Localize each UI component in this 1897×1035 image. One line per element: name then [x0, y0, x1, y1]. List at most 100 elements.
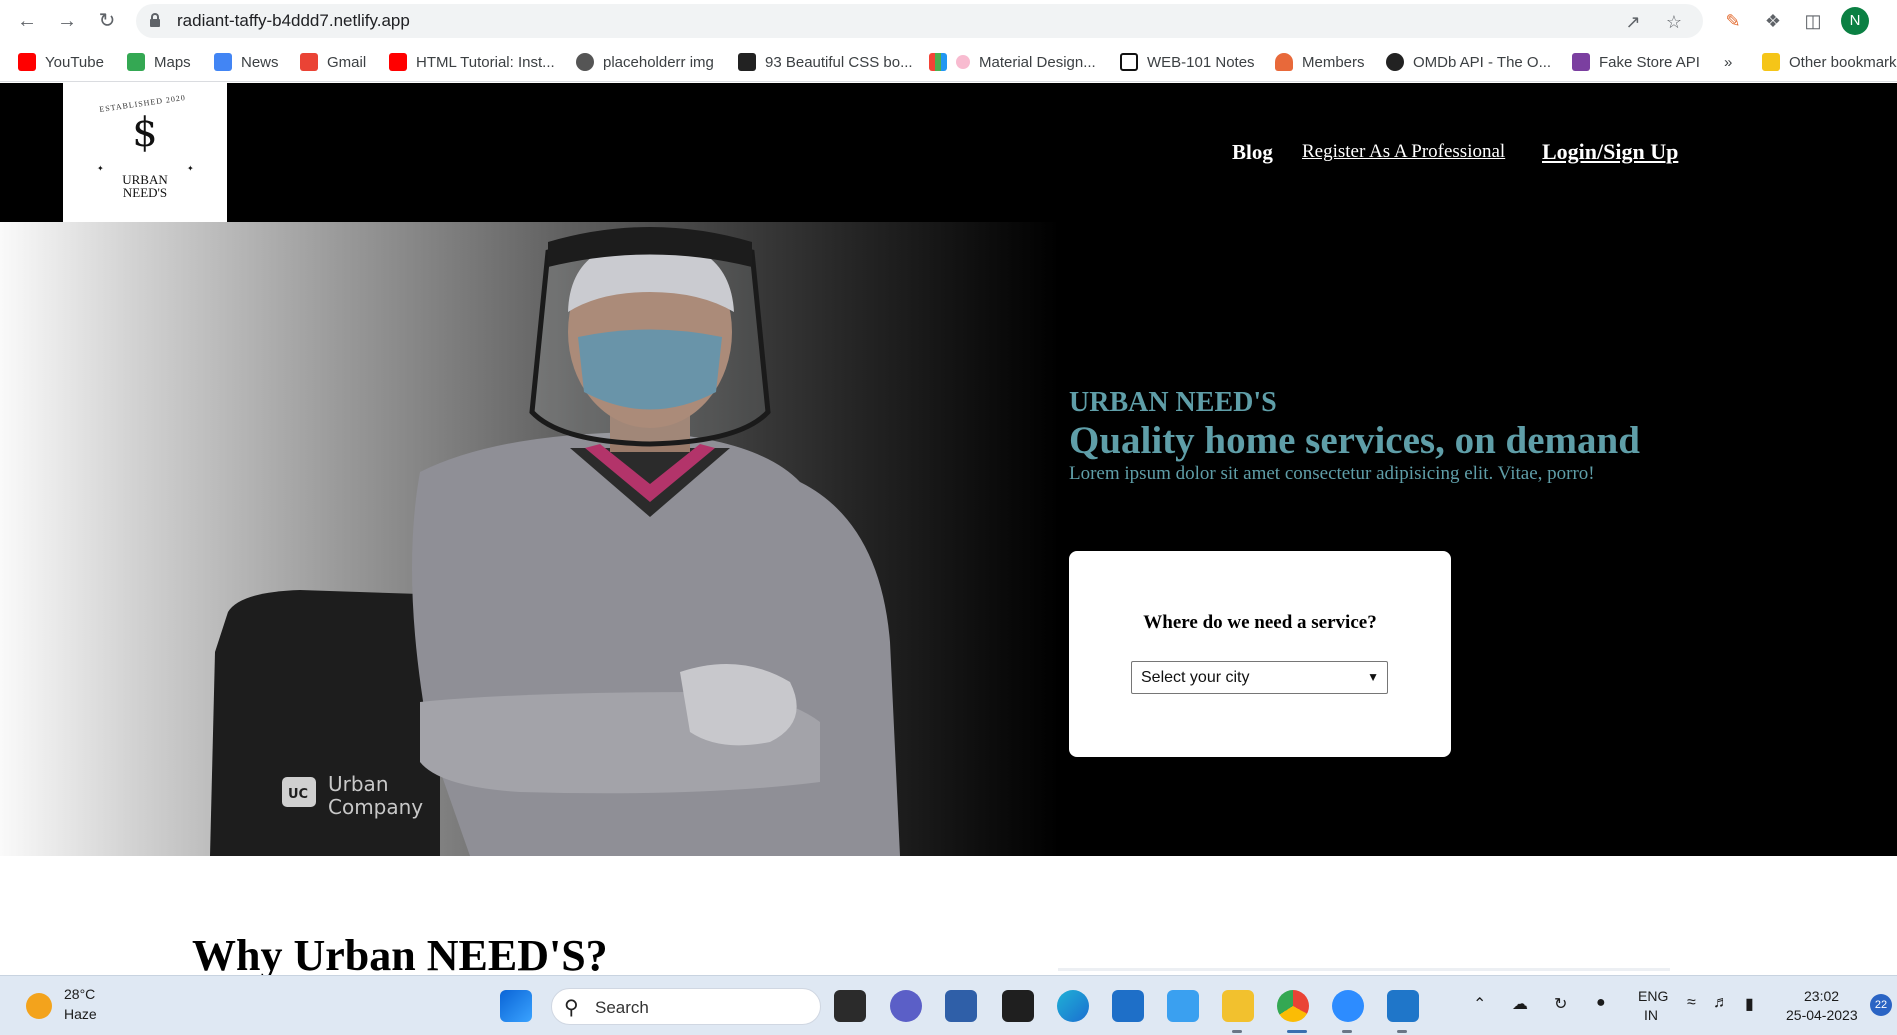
gmail-icon	[300, 53, 318, 71]
running-indicator	[1342, 1030, 1352, 1033]
material-grid-icon	[929, 53, 947, 71]
bookmark-placeholderr[interactable]: placeholderr img	[576, 42, 714, 82]
weather-condition[interactable]: Haze	[64, 1006, 97, 1022]
nav-login-link[interactable]: Login/Sign Up	[1542, 139, 1678, 165]
site-logo[interactable]: ESTABLISHED 2020 $ ✦ ✦ URBAN NEED'S	[63, 83, 227, 222]
hero-brand-name: URBAN NEED'S	[1069, 387, 1277, 418]
windows-start-icon[interactable]	[500, 990, 532, 1022]
lock-icon[interactable]	[150, 13, 160, 27]
taskbar-search[interactable]: ⚲ Search	[551, 988, 821, 1025]
city-select-value: Select your city	[1141, 669, 1250, 686]
maps-icon	[127, 53, 145, 71]
hero-description: Lorem ipsum dolor sit amet consectetur a…	[1069, 463, 1595, 484]
logo-wordmark: URBAN NEED'S	[122, 172, 168, 200]
share-icon[interactable]: ↗	[1622, 11, 1644, 33]
professional-photo: UC Urban Company	[210, 227, 900, 856]
bookmark-news[interactable]: News	[214, 42, 279, 82]
bookmark-web101-notes[interactable]: WEB-101 Notes	[1120, 42, 1255, 82]
hero-text-block: URBAN NEED'S Quality home services, on d…	[1069, 387, 1640, 485]
chat-icon[interactable]	[890, 990, 922, 1022]
language-bottom[interactable]: IN	[1644, 1007, 1658, 1023]
active-indicator	[1287, 1030, 1307, 1033]
service-location-card: Where do we need a service? Select your …	[1069, 551, 1451, 757]
tray-chevron-up-icon[interactable]: ⌃	[1473, 994, 1486, 1014]
bookmark-youtube[interactable]: YouTube	[18, 42, 104, 82]
forward-icon[interactable]: →	[54, 8, 80, 34]
bookmark-gmail[interactable]: Gmail	[300, 42, 366, 82]
windows-taskbar: 28°C Haze ⚲ Search ⌃ ☁ ↻ ● ENG IN ≈ ♬ ▮ …	[0, 975, 1897, 1035]
hero-section: UC Urban Company URBAN NEED'S Quality ho…	[0, 222, 1897, 856]
wifi-icon[interactable]: ≈	[1687, 994, 1696, 1012]
members-icon	[1275, 53, 1293, 71]
vscode-icon[interactable]	[1387, 990, 1419, 1022]
bookmark-members[interactable]: Members	[1275, 42, 1365, 82]
store-icon[interactable]	[945, 990, 977, 1022]
logo-monogram: $	[132, 110, 158, 156]
back-icon[interactable]: ←	[14, 8, 40, 34]
bookmark-html-tutorial[interactable]: HTML Tutorial: Inst...	[389, 42, 555, 82]
edge-icon[interactable]	[1057, 990, 1089, 1022]
youtube-icon	[18, 53, 36, 71]
running-indicator	[1397, 1030, 1407, 1033]
side-panel-icon[interactable]: ◫	[1801, 9, 1825, 33]
other-bookmarks-folder[interactable]: Other bookmarks	[1762, 42, 1897, 82]
clock-time[interactable]: 23:02	[1804, 988, 1839, 1004]
browser-toolbar: ← → ↻ radiant-taffy-b4ddd7.netlify.app ↗…	[0, 0, 1897, 42]
city-select[interactable]: Select your city ▼	[1131, 661, 1388, 694]
svg-text:Company: Company	[328, 795, 423, 819]
onedrive-icon[interactable]: ☁	[1512, 994, 1528, 1014]
why-section-heading: Why Urban NEED'S?	[192, 931, 608, 980]
color-picker-extension-icon[interactable]: ✎	[1721, 9, 1745, 33]
globe-icon	[576, 53, 594, 71]
profile-avatar[interactable]: N	[1841, 7, 1869, 35]
flower-icon	[956, 55, 970, 69]
volume-icon[interactable]: ♬	[1713, 994, 1729, 1012]
power-automate-icon[interactable]	[1167, 990, 1199, 1022]
chrome-icon[interactable]	[1277, 990, 1309, 1022]
logo-star-left-icon: ✦	[97, 164, 104, 173]
address-bar[interactable]: radiant-taffy-b4ddd7.netlify.app ↗ ☆	[136, 4, 1703, 38]
bookmark-star-icon[interactable]: ☆	[1663, 11, 1685, 33]
bookmarks-bar: YouTube Maps News Gmail HTML Tutorial: I…	[0, 42, 1897, 82]
hero-tagline: Quality home services, on demand	[1069, 419, 1640, 462]
reload-icon[interactable]: ↻	[94, 8, 120, 34]
search-icon: ⚲	[564, 997, 579, 1019]
nav-blog-link[interactable]: Blog	[1232, 140, 1273, 165]
battery-icon[interactable]: ▮	[1745, 994, 1754, 1014]
hero-image: UC Urban Company	[0, 222, 1060, 856]
nav-register-link[interactable]: Register As A Professional	[1302, 141, 1505, 163]
sync-icon[interactable]: ↻	[1554, 994, 1567, 1014]
notification-badge[interactable]: 22	[1870, 994, 1892, 1016]
running-indicator	[1232, 1030, 1242, 1033]
microphone-icon[interactable]: ●	[1596, 994, 1606, 1012]
film-reel-icon	[1386, 53, 1404, 71]
service-question: Where do we need a service?	[1143, 612, 1377, 633]
bookmark-maps[interactable]: Maps	[127, 42, 191, 82]
zoom-icon[interactable]	[1332, 990, 1364, 1022]
bookmarks-overflow-button[interactable]: »	[1724, 42, 1732, 82]
file-explorer-icon[interactable]	[1222, 990, 1254, 1022]
svg-text:Urban: Urban	[328, 772, 389, 796]
site-header: ESTABLISHED 2020 $ ✦ ✦ URBAN NEED'S Blog…	[0, 83, 1897, 222]
logo-star-right-icon: ✦	[187, 164, 194, 173]
language-top[interactable]: ENG	[1638, 988, 1668, 1004]
bookmark-material-design[interactable]: Material Design...	[929, 42, 1096, 82]
store-icon	[1572, 53, 1590, 71]
bookmark-omdb[interactable]: OMDb API - The O...	[1386, 42, 1551, 82]
dropbox-icon[interactable]	[1002, 990, 1034, 1022]
bookmark-fake-store[interactable]: Fake Store API	[1572, 42, 1700, 82]
mail-icon[interactable]	[1112, 990, 1144, 1022]
svg-text:UC: UC	[288, 787, 308, 802]
weather-temperature[interactable]: 28°C	[64, 986, 95, 1002]
notion-icon	[1120, 53, 1138, 71]
folder-icon	[1762, 53, 1780, 71]
task-view-icon[interactable]	[834, 990, 866, 1022]
weather-haze-icon[interactable]	[26, 993, 52, 1019]
clock-date[interactable]: 25-04-2023	[1786, 1007, 1858, 1023]
section-divider	[1058, 968, 1670, 971]
chevron-down-icon: ▼	[1367, 670, 1379, 684]
bookmark-css-borders[interactable]: 93 Beautiful CSS bo...	[738, 42, 913, 82]
url-text[interactable]: radiant-taffy-b4ddd7.netlify.app	[177, 4, 410, 38]
news-icon	[214, 53, 232, 71]
extensions-puzzle-icon[interactable]: ❖	[1761, 9, 1785, 33]
